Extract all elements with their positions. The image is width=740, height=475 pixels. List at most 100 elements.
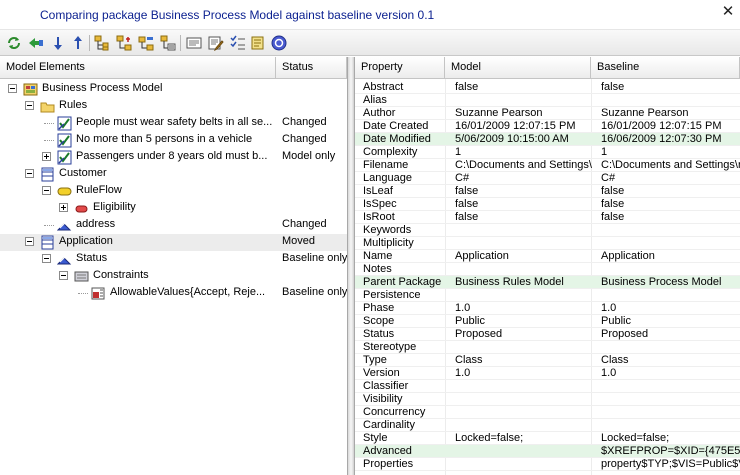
collapse-toggle[interactable] [42,254,51,263]
log-button[interactable] [248,33,268,53]
model-column-header[interactable]: Model [445,57,591,79]
collapse-toggle[interactable] [59,271,68,280]
property-row[interactable]: Persistence [355,289,740,302]
activity-icon [57,184,72,199]
property-row[interactable]: Advanced $XREFPROP=$XID={475E54 [355,445,740,458]
property-row[interactable]: Alias [355,94,740,107]
checklist-button[interactable] [228,33,248,53]
tree-all-icon [116,35,132,51]
refresh-icon [8,37,20,49]
property-name: Author [363,107,396,119]
collapse-toggle[interactable] [8,84,17,93]
property-row[interactable]: Version 1.0 1.0 [355,367,740,380]
property-row[interactable]: Stereotype [355,341,740,354]
tree-row[interactable]: No more than 5 persons in a vehicle Chang… [0,132,347,149]
baseline-value: C# [601,172,616,184]
property-row[interactable]: Phase 1.0 1.0 [355,302,740,315]
report-button[interactable] [184,33,204,53]
baseline-value: C:\Documents and Settings\r [601,159,740,171]
property-name: Visibility [363,393,403,405]
model-value: false [455,211,479,223]
pane-splitter[interactable] [347,57,355,475]
tree-row-status: Moved [282,235,316,247]
property-row[interactable]: Classifier [355,380,740,393]
collapse-toggle[interactable] [25,169,34,178]
close-icon[interactable]: ✕ [720,4,736,20]
property-row[interactable]: Filename C:\Documents and Settings\ C:\Doc… [355,159,740,172]
tree-row-label: Passengers under 8 years old must b... [76,150,268,162]
property-row[interactable]: Notes [355,263,740,276]
property-row[interactable]: Date Modified 5/06/2009 10:15:00 AM 16/06/… [355,133,740,146]
property-row[interactable]: Abstract false false [355,81,740,94]
expand-all-button[interactable] [114,33,134,53]
attribute-icon [56,218,72,233]
property-row[interactable]: Language C# C# [355,172,740,185]
expand-changed-button[interactable] [92,33,112,53]
property-row[interactable]: Date Created 16/01/2009 12:07:15 PM 16/01/… [355,120,740,133]
tree-row[interactable]: Application Moved [0,234,347,251]
property-row[interactable]: Scope Public Public [355,315,740,328]
property-row[interactable]: Parent Package Business Rules Model Busine… [355,276,740,289]
property-name: Filename [363,159,409,171]
property-row[interactable]: IsRoot false false [355,211,740,224]
property-row[interactable]: Multiplicity [355,237,740,250]
tree-row[interactable]: RuleFlow [0,183,347,200]
property-row[interactable]: Complexity 1 1 [355,146,740,159]
tree-row[interactable]: address Changed [0,217,347,234]
property-row[interactable]: Type Class Class [355,354,740,367]
tree-row-status: Baseline only [282,252,348,264]
property-row[interactable]: Visibility [355,393,740,406]
tree-row[interactable]: Constraints [0,268,347,285]
property-row[interactable]: Name Application Application [355,250,740,263]
property-name: Cardinality [363,419,415,431]
property-name: Multiplicity [363,237,414,249]
status-column-header[interactable]: Status [276,57,347,79]
collapse-toggle[interactable] [25,101,34,110]
property-name: Alias [363,94,387,106]
restore-button[interactable] [26,33,46,53]
property-row[interactable]: IsSpec false false [355,198,740,211]
property-name: Notes [363,263,392,275]
refresh-button[interactable] [4,33,24,53]
property-row[interactable]: Concurrency [355,406,740,419]
baseline-value: false [601,185,625,197]
baseline-column-header[interactable]: Baseline [591,57,740,79]
baseline-value: property$TYP;$VIS=Public$V [601,458,740,470]
property-row[interactable]: Style Locked=false; Locked=false; [355,432,740,445]
model-value: Suzanne Pearson [455,107,543,119]
tree-row[interactable]: Eligibility [0,200,347,217]
collapse-button[interactable] [136,33,156,53]
property-row[interactable]: Status Proposed Proposed [355,328,740,341]
property-name: Language [363,172,412,184]
collapse-toggle[interactable] [25,237,34,246]
tree-row[interactable]: AllowableValues{Accept, Reje... Baseline … [0,285,347,302]
collapse-toggle[interactable] [42,186,51,195]
property-row[interactable]: Cardinality [355,419,740,432]
model-elements-column-header[interactable]: Model Elements [0,57,276,79]
baseline-value: false [601,81,625,93]
tree-row[interactable]: Rules [0,98,347,115]
edit-options-button[interactable] [206,33,226,53]
expand-toggle[interactable] [42,152,51,161]
tree-row[interactable]: Status Baseline only [0,251,347,268]
filter-button[interactable] [158,33,178,53]
expand-toggle[interactable] [59,203,68,212]
property-row[interactable]: Properties property$TYP;$VIS=Public$V [355,458,740,471]
model-elements-pane: Model Elements Status Business Process M… [0,57,347,475]
tree-row[interactable]: Customer [0,166,347,183]
model-value: Locked=false; [455,432,524,444]
property-row[interactable]: Keywords [355,224,740,237]
model-value: Business Rules Model [455,276,564,288]
property-row[interactable]: IsLeaf false false [355,185,740,198]
previous-change-button[interactable] [68,33,88,53]
next-change-button[interactable] [48,33,68,53]
property-name: Properties [363,458,414,470]
property-column-header[interactable]: Property [355,57,445,79]
tree-row[interactable]: People must wear safety belts in all se.… [0,115,347,132]
checklist-icon [230,35,245,50]
help-button[interactable] [269,33,289,53]
tree-row[interactable]: Business Process Model [0,81,347,98]
baseline-value: Application [601,250,655,262]
tree-row[interactable]: Passengers under 8 years old must b... Mo… [0,149,347,166]
property-row[interactable]: Author Suzanne Pearson Suzanne Pearson [355,107,740,120]
